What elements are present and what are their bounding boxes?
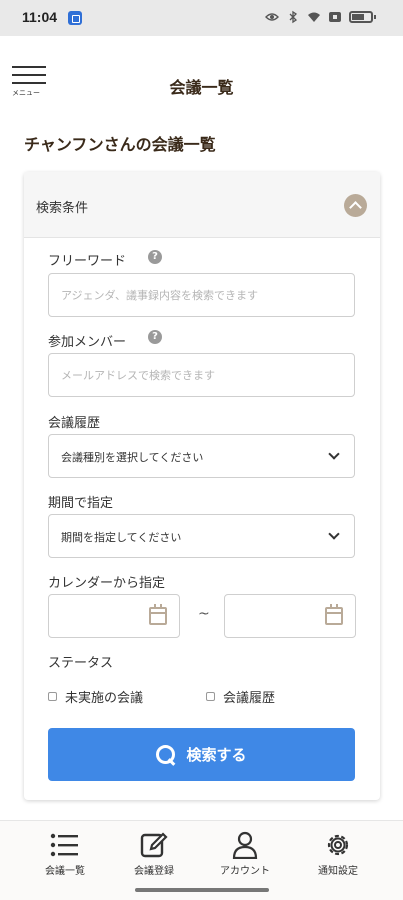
nav-label: 通知設定 — [318, 866, 358, 877]
app-header: メニュー 会議一覧 — [0, 36, 403, 106]
app-notification-icon — [68, 11, 82, 25]
checkbox-label: 会議履歴 — [223, 691, 276, 706]
hamburger-icon — [12, 66, 46, 68]
bluetooth-icon — [286, 10, 300, 24]
date-range-separator: ~ — [198, 606, 210, 622]
status-label: ステータス — [48, 656, 114, 671]
user-icon — [230, 831, 260, 860]
nav-item-meeting-register[interactable]: 会議登録 — [104, 821, 204, 883]
help-icon[interactable]: ? — [148, 330, 162, 344]
gear-icon — [323, 831, 353, 859]
sim-icon — [328, 10, 342, 24]
meeting-type-select[interactable]: 会議種別を選択してください — [48, 434, 355, 478]
end-date-input[interactable] — [224, 594, 356, 638]
nav-item-account[interactable]: アカウント — [195, 821, 295, 883]
search-panel: 検索条件 フリーワード ? 参加メンバー ? 会議履歴 会議種別を選択してくださ… — [24, 172, 380, 800]
eye-icon — [265, 10, 279, 24]
member-email-input[interactable] — [48, 353, 355, 397]
member-label: 参加メンバー — [48, 335, 127, 350]
meeting-type-select-value: 会議種別を選択してください — [61, 451, 204, 464]
nav-label: アカウント — [220, 866, 270, 877]
nav-item-meeting-list[interactable]: 会議一覧 — [15, 821, 115, 883]
collapse-chevron-up-icon[interactable] — [344, 194, 367, 217]
list-icon — [50, 831, 80, 859]
start-date-input[interactable] — [48, 594, 180, 638]
wifi-icon — [307, 10, 321, 24]
checkbox[interactable] — [48, 692, 57, 701]
nav-label: 会議登録 — [134, 866, 174, 877]
page-title: チャンフンさんの会議一覧 — [24, 135, 216, 154]
chevron-down-icon — [328, 448, 340, 460]
battery-icon — [349, 11, 376, 23]
status-time: 11:04 — [22, 9, 58, 25]
calendar-label: カレンダーから指定 — [48, 576, 166, 591]
checkbox-label: 未実施の会議 — [65, 691, 144, 706]
edit-icon — [139, 831, 169, 859]
status-option-history[interactable]: 会議履歴 — [206, 687, 275, 706]
help-icon[interactable]: ? — [148, 250, 162, 264]
meeting-history-label: 会議履歴 — [48, 416, 101, 431]
nav-label: 会議一覧 — [45, 866, 85, 877]
status-option-not-held[interactable]: 未実施の会議 — [48, 687, 143, 706]
search-button[interactable]: 検索する — [48, 728, 355, 781]
nav-item-notification-settings[interactable]: 通知設定 — [288, 821, 388, 883]
checkbox[interactable] — [206, 692, 215, 701]
free-word-label: フリーワード — [48, 254, 127, 269]
calendar-icon — [149, 604, 167, 625]
home-indicator[interactable] — [135, 888, 269, 892]
search-icon — [156, 744, 176, 765]
status-bar: 11:04 — [0, 0, 403, 36]
header-title: 会議一覧 — [169, 78, 234, 97]
search-panel-title: 検索条件 — [36, 201, 89, 216]
period-select[interactable]: 期間を指定してください — [48, 514, 355, 558]
calendar-icon — [325, 604, 343, 625]
free-word-input[interactable] — [48, 273, 355, 317]
period-select-value: 期間を指定してください — [61, 531, 182, 544]
period-label: 期間で指定 — [48, 496, 114, 511]
chevron-down-icon — [328, 528, 340, 540]
search-button-label: 検索する — [186, 747, 247, 764]
search-panel-header[interactable]: 検索条件 — [24, 172, 380, 238]
status-icons — [265, 10, 376, 24]
